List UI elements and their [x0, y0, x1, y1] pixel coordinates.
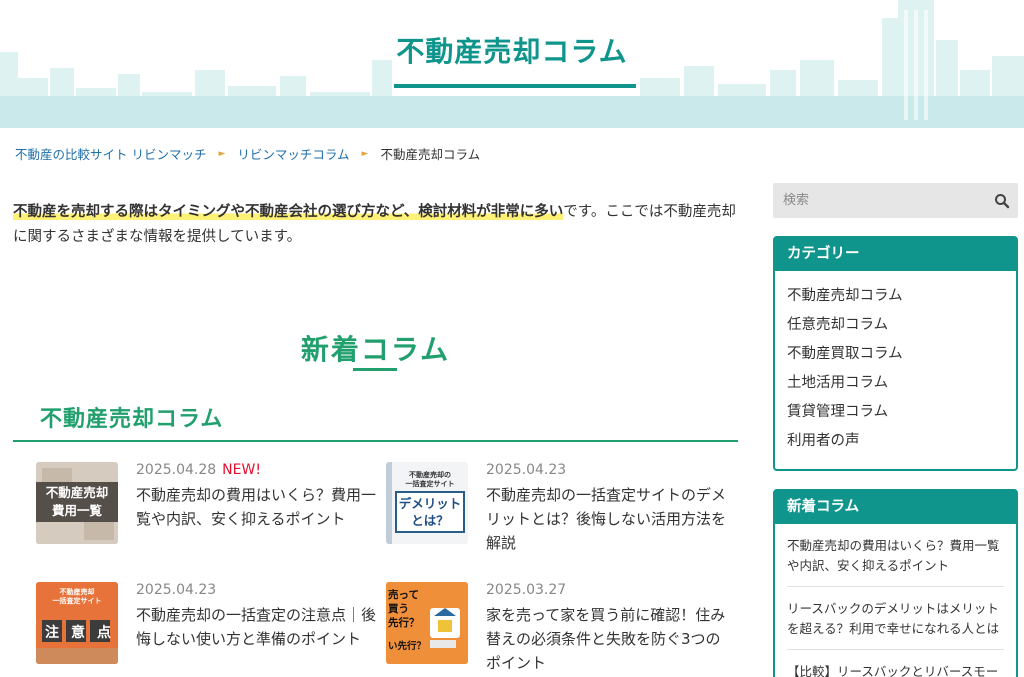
thumbnail-text: 不動産売却 [45, 485, 109, 500]
section-underline [353, 368, 397, 371]
breadcrumb-link-home[interactable]: 不動産の比較サイト リビンマッチ [15, 144, 206, 163]
subsection-title[interactable]: 不動産売却コラム [40, 401, 223, 433]
article-body: 2025.03.27 家を売って家を買う前に確認！住み替えの必須条件と失敗を防ぐ… [486, 580, 726, 675]
category-item[interactable]: 土地活用コラム [787, 373, 1016, 402]
article-date-row: 2025.04.28 NEW! [136, 460, 376, 480]
article-thumbnail[interactable]: 売って 買う 先行？ い先行？ [386, 582, 468, 664]
new-column-item[interactable]: 不動産売却の費用はいくら？費用一覧や内訳、安く抑えるポイント [787, 524, 1004, 587]
article-title[interactable]: 不動産売却の一括査定サイトのデメリットとは？後悔しない活用方法を解説 [486, 483, 726, 555]
category-list: 不動産売却コラム 任意売却コラム 不動産買取コラム 土地活用コラム 賃貸管理コラ… [775, 271, 1016, 460]
subsection-underline [13, 440, 738, 442]
new-columns-widget-title: 新着コラム [775, 491, 1016, 524]
search-box [773, 183, 1018, 218]
search-input[interactable] [773, 183, 988, 218]
section-title-new-columns: 新着コラム [300, 333, 451, 366]
thumbnail-text: い先行？ [388, 641, 427, 652]
intro-text: 不動産を売却する際はタイミングや不動産会社の選び方など、検討材料が非常に多いです… [13, 200, 738, 250]
category-item[interactable]: 賃貸管理コラム [787, 402, 1016, 431]
thumbnail-caption: 不動産売却 一括査定サイト [52, 588, 102, 605]
article-body: 2025.04.23 不動産売却の一括査定の注意点｜後悔しない使い方と準備のポイ… [136, 580, 376, 651]
new-column-item[interactable]: 【比較】リースバックとリバースモー [787, 650, 1004, 677]
new-badge: NEW! [222, 462, 261, 478]
article-body: 2025.04.23 不動産売却の一括査定サイトのデメリットとは？後悔しない活用… [486, 460, 726, 555]
thumbnail-text: 先行？ [388, 617, 420, 629]
article-card[interactable]: 不動産売却 費用一覧 2025.04.28 NEW! 不動産売却の費用はいくら？費… [36, 462, 376, 572]
triangle-right-icon: ► [361, 148, 369, 159]
article-body: 2025.04.28 NEW! 不動産売却の費用はいくら？費用一覧や内訳、安く抑え… [136, 460, 376, 531]
intro-highlight: 不動産を売却する際はタイミングや不動産会社の選び方など、検討材料が非常に多い [13, 204, 564, 220]
article-title[interactable]: 不動産売却の費用はいくら？費用一覧や内訳、安く抑えるポイント [136, 483, 376, 531]
article-title[interactable]: 不動産売却の一括査定の注意点｜後悔しない使い方と準備のポイント [136, 603, 376, 651]
site-header: 不動産売却コラム [0, 0, 1024, 128]
article-card[interactable]: 不動産売却 一括査定サイト 注 意 点 2025.04.23 不動産売却の一括査… [36, 582, 376, 677]
thumbnail-text: 意 [71, 625, 85, 641]
category-item[interactable]: 不動産売却コラム [787, 286, 1016, 315]
thumbnail-text: 買う [388, 603, 409, 615]
category-item[interactable]: 利用者の声 [787, 431, 1016, 460]
category-widget: カテゴリー 不動産売却コラム 任意売却コラム 不動産買取コラム 土地活用コラム … [773, 236, 1018, 471]
new-columns-list: 不動産売却の費用はいくら？費用一覧や内訳、安く抑えるポイント リースバックのデメ… [775, 524, 1016, 677]
article-thumbnail[interactable]: 不動産売却の 一括査定サイト デメリット とは？ [386, 462, 468, 544]
new-columns-widget: 新着コラム 不動産売却の費用はいくら？費用一覧や内訳、安く抑えるポイント リース… [773, 489, 1018, 677]
article-date: 2025.04.28 [136, 462, 217, 478]
title-underline [394, 84, 636, 88]
thumbnail-text: 点 [97, 625, 111, 641]
thumbnail-text: 売って [388, 589, 419, 601]
article-date: 2025.04.23 [136, 582, 217, 598]
article-date: 2025.04.23 [486, 462, 567, 478]
article-date-row: 2025.04.23 [486, 460, 726, 480]
thumbnail-text: デメリット [398, 496, 462, 511]
category-widget-title: カテゴリー [775, 238, 1016, 271]
new-column-item[interactable]: リースバックのデメリットはメリットを超える？利用で幸せになれる人とは [787, 587, 1004, 650]
thumbnail-caption: 不動産売却の 一括査定サイト [405, 471, 455, 488]
category-item[interactable]: 任意売却コラム [787, 315, 1016, 344]
category-item[interactable]: 不動産買取コラム [787, 344, 1016, 373]
thumbnail-text: 注 [45, 625, 59, 641]
article-thumbnail[interactable]: 不動産売却 一括査定サイト 注 意 点 [36, 582, 118, 664]
article-card[interactable]: 不動産売却の 一括査定サイト デメリット とは？ 2025.04.23 不動産売… [386, 462, 726, 572]
article-date-row: 2025.04.23 [136, 580, 376, 600]
article-title[interactable]: 家を売って家を買う前に確認！住み替えの必須条件と失敗を防ぐ3つのポイント [486, 603, 726, 675]
article-date: 2025.03.27 [486, 582, 567, 598]
breadcrumb: 不動産の比較サイト リビンマッチ ► リビンマッチコラム ► 不動産売却コラム [15, 144, 480, 163]
article-card[interactable]: 売って 買う 先行？ い先行？ 2025.03.27 家を売って家を買う前に確認… [386, 582, 726, 677]
article-date-row: 2025.03.27 [486, 580, 726, 600]
search-icon[interactable] [994, 193, 1010, 209]
breadcrumb-current: 不動産売却コラム [380, 147, 481, 162]
breadcrumb-link-column[interactable]: リビンマッチコラム [237, 144, 349, 163]
thumbnail-text: とは？ [411, 513, 449, 528]
triangle-right-icon: ► [218, 148, 226, 159]
thumbnail-text: 費用一覧 [51, 503, 102, 518]
site-title[interactable]: 不動産売却コラム [0, 30, 1024, 70]
article-thumbnail[interactable]: 不動産売却 費用一覧 [36, 462, 118, 544]
